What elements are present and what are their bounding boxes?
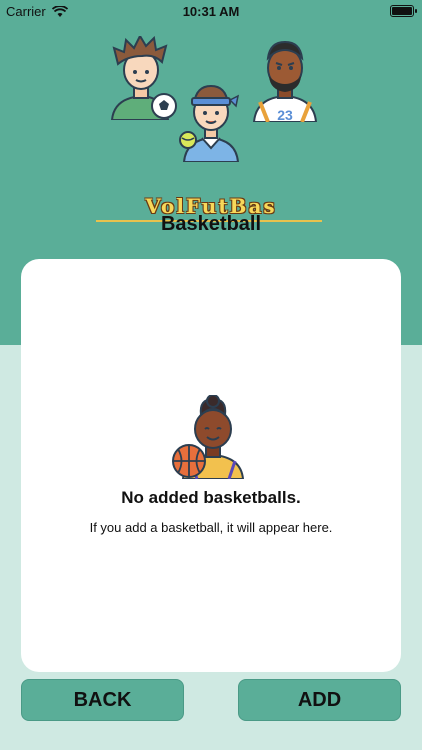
page-title: Basketball: [160, 213, 262, 235]
app-logo: 23 VolFutBas: [0, 30, 422, 222]
status-time: 10:31 AM: [182, 4, 240, 19]
basketball-player-avatar: 23: [252, 40, 318, 122]
content-card: No added basketballs. If you add a baske…: [21, 259, 401, 672]
add-button[interactable]: ADD: [238, 679, 401, 721]
empty-state-subtitle: If you add a basketball, it will appear …: [89, 520, 333, 535]
battery-icon: [390, 5, 417, 17]
basketball-player-illustration: [172, 395, 245, 479]
soccer-player-avatar: [110, 36, 177, 120]
empty-state-title: No added basketballs.: [121, 488, 301, 507]
volleyball-player-avatar: [179, 84, 240, 162]
svg-text:23: 23: [277, 107, 293, 122]
back-button[interactable]: BACK: [21, 679, 184, 721]
status-bar: Carrier 10:31 AM: [0, 0, 422, 22]
